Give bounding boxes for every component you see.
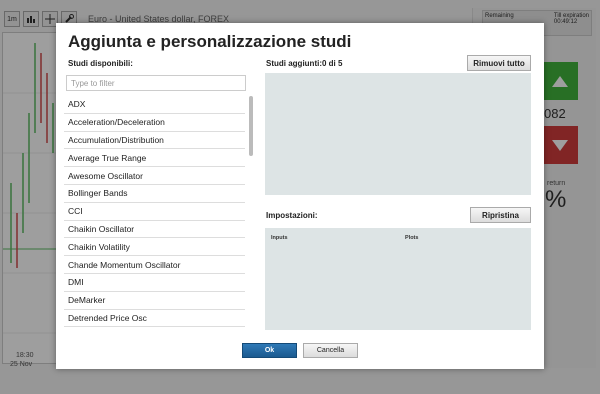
list-item[interactable]: Average True Range <box>64 149 245 168</box>
plots-column-label: Plots <box>405 235 419 241</box>
ok-button[interactable]: Ok <box>242 343 297 358</box>
added-studies-list[interactable] <box>265 73 531 195</box>
settings-panel: Inputs Plots <box>265 228 531 330</box>
list-item[interactable]: DeMarker <box>64 292 245 310</box>
added-studies-label: Studi aggiunti:0 di 5 <box>266 59 343 68</box>
list-item[interactable]: Chande Momentum Oscillator <box>64 256 245 274</box>
list-item[interactable]: Awesome Oscillator <box>64 167 245 185</box>
cancel-button[interactable]: Cancella <box>303 343 358 358</box>
list-item[interactable]: Acceleration/Deceleration <box>64 114 245 132</box>
settings-label: Impostazioni: <box>266 211 318 220</box>
list-item[interactable]: Accumulation/Distribution <box>64 132 245 150</box>
list-scrollbar[interactable] <box>249 96 253 156</box>
remove-all-button[interactable]: Rimuovi tutto <box>467 55 531 71</box>
list-item[interactable]: Chaikin Oscillator <box>64 221 245 239</box>
list-item[interactable]: DMI <box>64 274 245 292</box>
list-item[interactable]: ADX <box>64 96 245 114</box>
list-item[interactable]: Chaikin Volatility <box>64 238 245 257</box>
filter-input[interactable] <box>66 75 246 91</box>
list-item[interactable]: CCI <box>64 203 245 221</box>
dialog-title: Aggiunta e personalizzazione studi <box>68 32 352 51</box>
reset-button[interactable]: Ripristina <box>470 207 531 223</box>
available-studies-list: ADX Acceleration/Deceleration Accumulati… <box>64 96 245 328</box>
available-studies-label: Studi disponibili: <box>68 59 133 68</box>
inputs-column-label: Inputs <box>271 235 288 241</box>
list-item[interactable]: Detrended Price Osc <box>64 310 245 328</box>
list-item[interactable]: Bollinger Bands <box>64 185 245 203</box>
studies-dialog: Aggiunta e personalizzazione studi Studi… <box>56 23 544 369</box>
